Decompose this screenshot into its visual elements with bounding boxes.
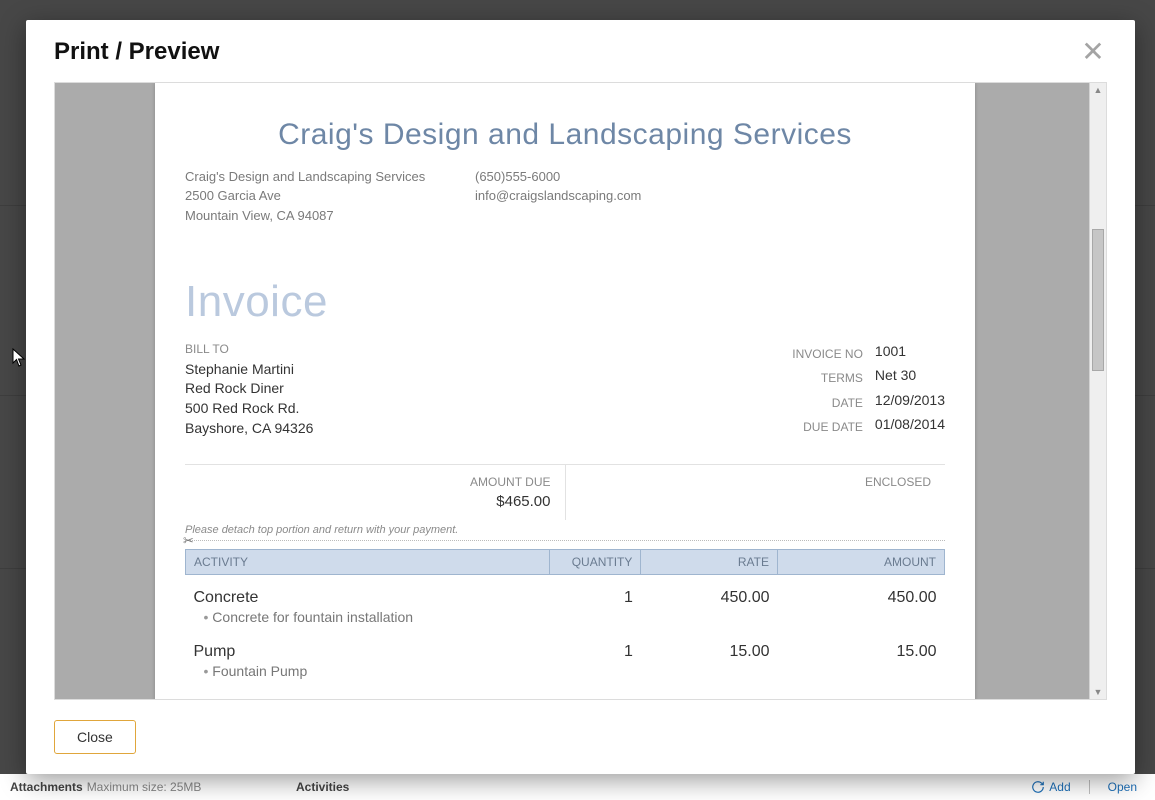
bill-to-company: Red Rock Diner: [185, 379, 313, 399]
bill-to-street: 500 Red Rock Rd.: [185, 399, 313, 419]
preview-viewport: Craig's Design and Landscaping Services …: [54, 82, 1107, 700]
close-button[interactable]: Close: [54, 720, 136, 754]
table-row: ConcreteConcrete for fountain installati…: [186, 575, 945, 630]
line-description: Concrete for fountain installation: [194, 609, 542, 625]
invoice-meta: INVOICE NO 1001 TERMS Net 30 DATE 12/09/…: [792, 343, 945, 438]
col-rate: RATE: [641, 550, 778, 575]
table-row: PumpFountain Pump115.0015.00: [186, 629, 945, 683]
line-amount: 15.00: [778, 629, 945, 683]
add-link[interactable]: Add: [1031, 780, 1070, 794]
meta-terms: Net 30: [875, 367, 945, 389]
detach-note: Please detach top portion and return wit…: [185, 524, 945, 536]
col-activity: ACTIVITY: [186, 550, 550, 575]
bill-to-name: Stephanie Martini: [185, 360, 313, 380]
meta-date-label: DATE: [792, 396, 863, 410]
bill-to-label: BILL TO: [185, 341, 313, 358]
meta-terms-label: TERMS: [792, 371, 863, 385]
page-footer-bar: Attachments Maximum size: 25MB Activitie…: [0, 774, 1155, 800]
company-name: Craig's Design and Landscaping Services: [185, 167, 475, 187]
line-rate: 450.00: [641, 575, 778, 630]
meta-date: 12/09/2013: [875, 392, 945, 414]
add-link-label: Add: [1049, 780, 1070, 794]
amount-due-label: AMOUNT DUE: [185, 475, 551, 489]
meta-due-label: DUE DATE: [792, 420, 863, 434]
print-preview-modal: Print / Preview ✕ Craig's Design and Lan…: [26, 20, 1135, 774]
modal-title: Print / Preview: [54, 38, 219, 66]
modal-footer: Close: [26, 708, 1135, 774]
close-icon[interactable]: ✕: [1079, 38, 1107, 66]
company-contact: (650)555-6000 info@craigslandscaping.com: [475, 167, 945, 226]
line-qty: 1: [550, 629, 641, 683]
perforation-line: ✂: [185, 540, 945, 541]
scissors-icon: ✂: [183, 533, 194, 549]
modal-header: Print / Preview ✕: [26, 20, 1135, 74]
line-rate: 15.00: [641, 629, 778, 683]
company-email: info@craigslandscaping.com: [475, 186, 945, 206]
company-display-name: Craig's Design and Landscaping Services: [185, 119, 945, 151]
company-address-2: Mountain View, CA 94087: [185, 206, 475, 226]
attachments-label: Attachments: [10, 780, 83, 794]
preview-scrollbar[interactable]: ▲ ▼: [1089, 83, 1106, 699]
line-activity: PumpFountain Pump: [186, 629, 550, 683]
scroll-thumb[interactable]: [1092, 229, 1104, 371]
bill-to-city: Bayshore, CA 94326: [185, 419, 313, 439]
scroll-down-icon[interactable]: ▼: [1090, 685, 1106, 699]
enclosed-label: ENCLOSED: [566, 475, 932, 489]
enclosed-value: [566, 493, 932, 510]
meta-due: 01/08/2014: [875, 416, 945, 438]
company-phone: (650)555-6000: [475, 167, 945, 187]
refresh-icon: [1031, 780, 1045, 794]
col-quantity: QUANTITY: [550, 550, 641, 575]
company-address: Craig's Design and Landscaping Services …: [185, 167, 475, 226]
line-activity: ConcreteConcrete for fountain installati…: [186, 575, 550, 630]
line-amount: 450.00: [778, 575, 945, 630]
attachments-note: Maximum size: 25MB: [87, 780, 202, 794]
line-qty: 1: [550, 575, 641, 630]
amount-summary: AMOUNT DUE $465.00 ENCLOSED: [185, 464, 945, 520]
line-description: Fountain Pump: [194, 663, 542, 679]
document-type: Invoice: [185, 277, 945, 327]
amount-due-value: $465.00: [185, 493, 551, 510]
meta-invno-label: INVOICE NO: [792, 347, 863, 361]
footer-separator: [1089, 780, 1090, 794]
scroll-up-icon[interactable]: ▲: [1090, 83, 1106, 97]
col-amount: AMOUNT: [778, 550, 945, 575]
company-address-1: 2500 Garcia Ave: [185, 186, 475, 206]
open-link[interactable]: Open: [1108, 780, 1137, 794]
invoice-page: Craig's Design and Landscaping Services …: [155, 83, 975, 700]
line-items-table: ACTIVITY QUANTITY RATE AMOUNT ConcreteCo…: [185, 549, 945, 683]
activities-label: Activities: [296, 780, 349, 794]
meta-invno: 1001: [875, 343, 945, 365]
bill-to-block: BILL TO Stephanie Martini Red Rock Diner…: [185, 341, 313, 438]
